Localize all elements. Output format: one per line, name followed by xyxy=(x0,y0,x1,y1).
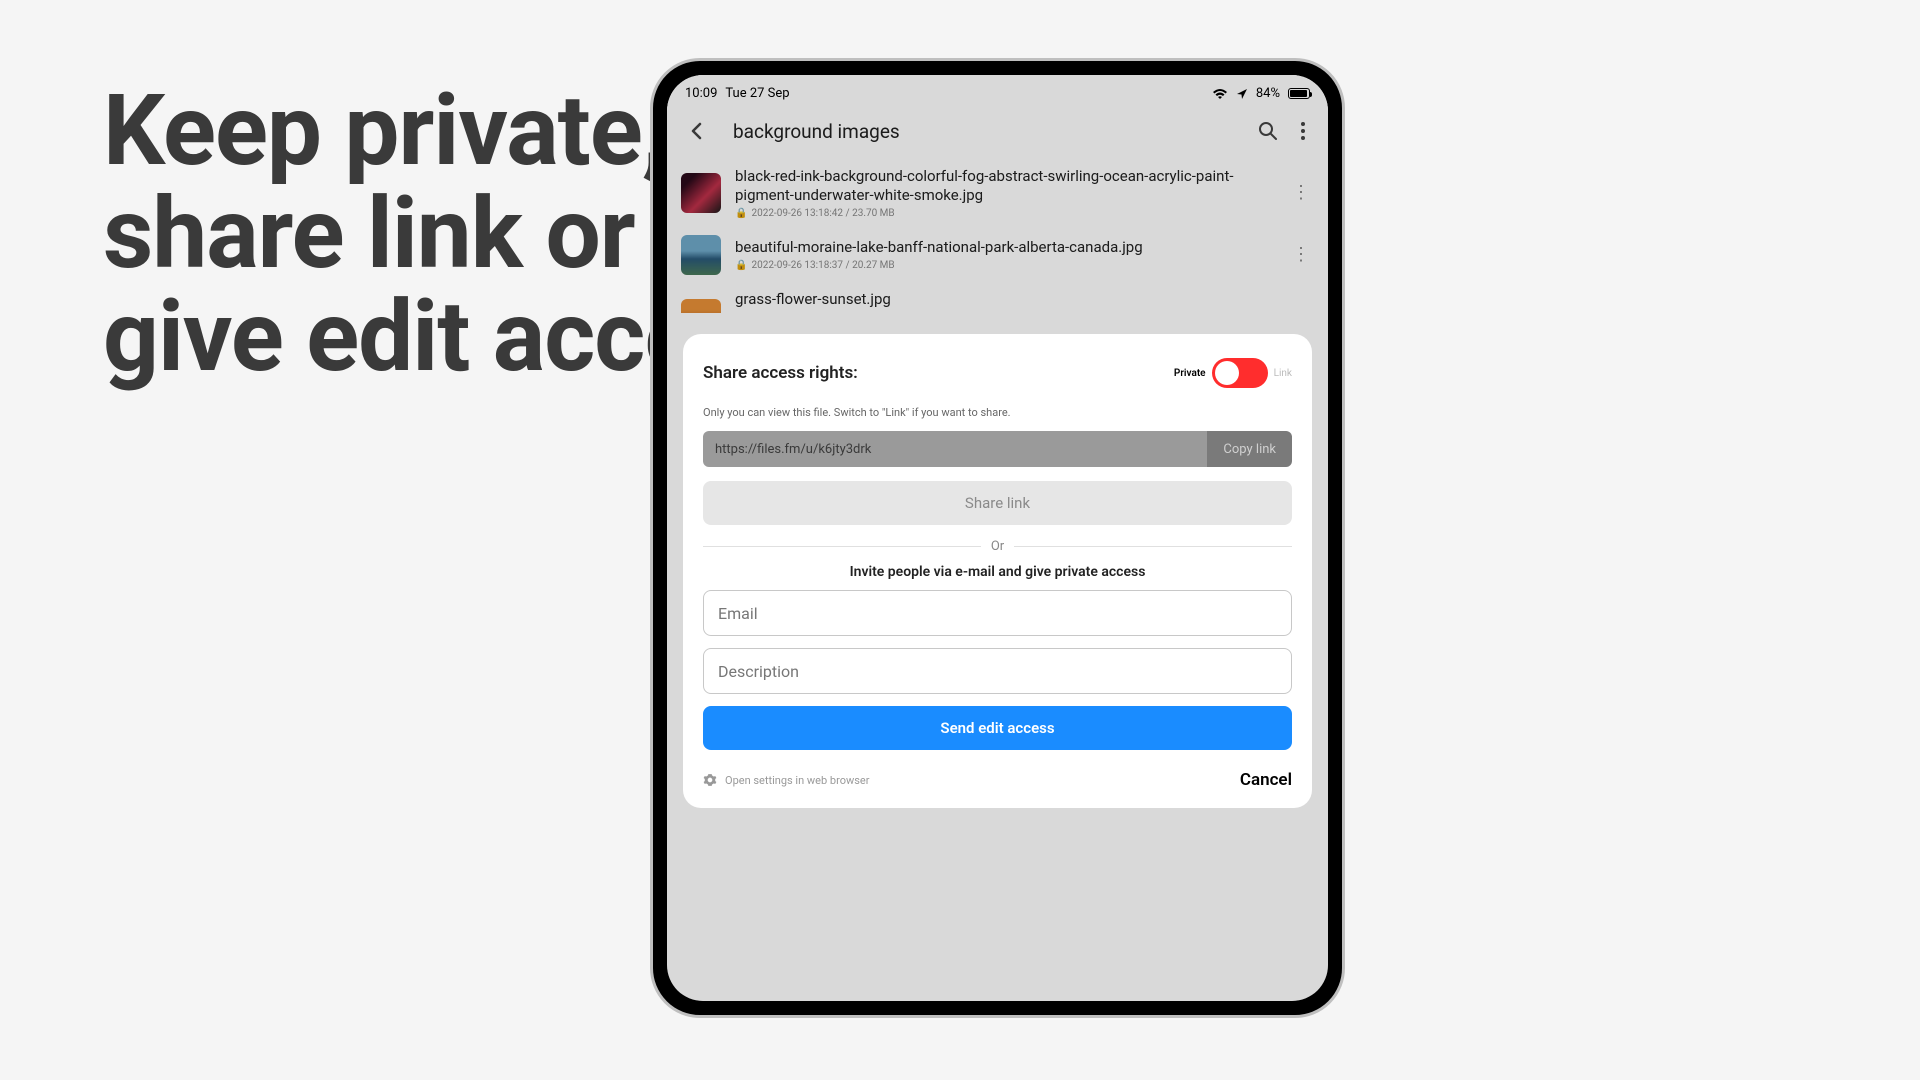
file-meta: 2022-09-26 13:18:37 / 20.27 MB xyxy=(751,260,894,271)
privacy-toggle[interactable] xyxy=(1212,358,1268,388)
privacy-toggle-group: Private Link xyxy=(1174,358,1292,388)
file-row[interactable]: beautiful-moraine-lake-banff-national-pa… xyxy=(667,227,1328,283)
page-title: background images xyxy=(733,120,1248,143)
wifi-icon xyxy=(1212,88,1228,100)
more-button[interactable] xyxy=(1288,111,1318,151)
toggle-label-private: Private xyxy=(1174,368,1206,379)
toggle-label-link: Link xyxy=(1274,368,1292,379)
file-row[interactable]: grass-flower-sunset.jpg xyxy=(667,283,1328,313)
open-settings-link[interactable]: Open settings in web browser xyxy=(703,773,869,787)
file-thumbnail xyxy=(681,299,721,313)
share-link-button[interactable]: Share link xyxy=(703,481,1292,525)
file-more-button[interactable]: ⋮ xyxy=(1288,182,1314,203)
tablet-frame: 10:09 Tue 27 Sep 84% background images xyxy=(650,58,1345,1018)
gear-icon xyxy=(703,773,717,787)
file-thumbnail xyxy=(681,173,721,213)
search-button[interactable] xyxy=(1248,111,1288,151)
lock-icon: 🔒 xyxy=(735,260,747,271)
battery-percent: 84% xyxy=(1256,86,1280,101)
invite-heading: Invite people via e-mail and give privat… xyxy=(703,564,1292,580)
battery-icon xyxy=(1288,88,1310,99)
file-list: black-red-ink-background-colorful-fog-ab… xyxy=(667,159,1328,313)
file-name: grass-flower-sunset.jpg xyxy=(735,290,1314,309)
sheet-title: Share access rights: xyxy=(703,363,858,383)
file-name: black-red-ink-background-colorful-fog-ab… xyxy=(735,167,1274,205)
send-edit-access-button[interactable]: Send edit access xyxy=(703,706,1292,750)
tablet-screen: 10:09 Tue 27 Sep 84% background images xyxy=(667,75,1328,1001)
email-field[interactable]: Email xyxy=(703,590,1292,636)
share-sheet: Share access rights: Private Link Only y… xyxy=(683,334,1312,808)
file-thumbnail xyxy=(681,235,721,275)
back-button[interactable] xyxy=(677,111,717,151)
status-time: 10:09 xyxy=(685,86,717,101)
share-url-field[interactable]: https://files.fm/u/k6jty3drk xyxy=(703,431,1207,467)
status-bar: 10:09 Tue 27 Sep 84% xyxy=(667,75,1328,103)
share-link-row: https://files.fm/u/k6jty3drk Copy link xyxy=(703,431,1292,467)
navbar: background images xyxy=(667,103,1328,159)
or-divider: Or xyxy=(703,539,1292,554)
cancel-button[interactable]: Cancel xyxy=(1240,770,1292,790)
privacy-hint: Only you can view this file. Switch to "… xyxy=(703,406,1292,419)
description-field[interactable]: Description xyxy=(703,648,1292,694)
file-name: beautiful-moraine-lake-banff-national-pa… xyxy=(735,238,1274,257)
location-icon xyxy=(1236,88,1248,100)
status-date: Tue 27 Sep xyxy=(725,86,789,101)
open-settings-label: Open settings in web browser xyxy=(725,774,869,787)
lock-icon: 🔒 xyxy=(735,208,747,219)
file-row[interactable]: black-red-ink-background-colorful-fog-ab… xyxy=(667,159,1328,227)
file-more-button[interactable]: ⋮ xyxy=(1288,244,1314,265)
copy-link-button[interactable]: Copy link xyxy=(1207,431,1292,467)
file-meta: 2022-09-26 13:18:42 / 23.70 MB xyxy=(751,208,894,219)
